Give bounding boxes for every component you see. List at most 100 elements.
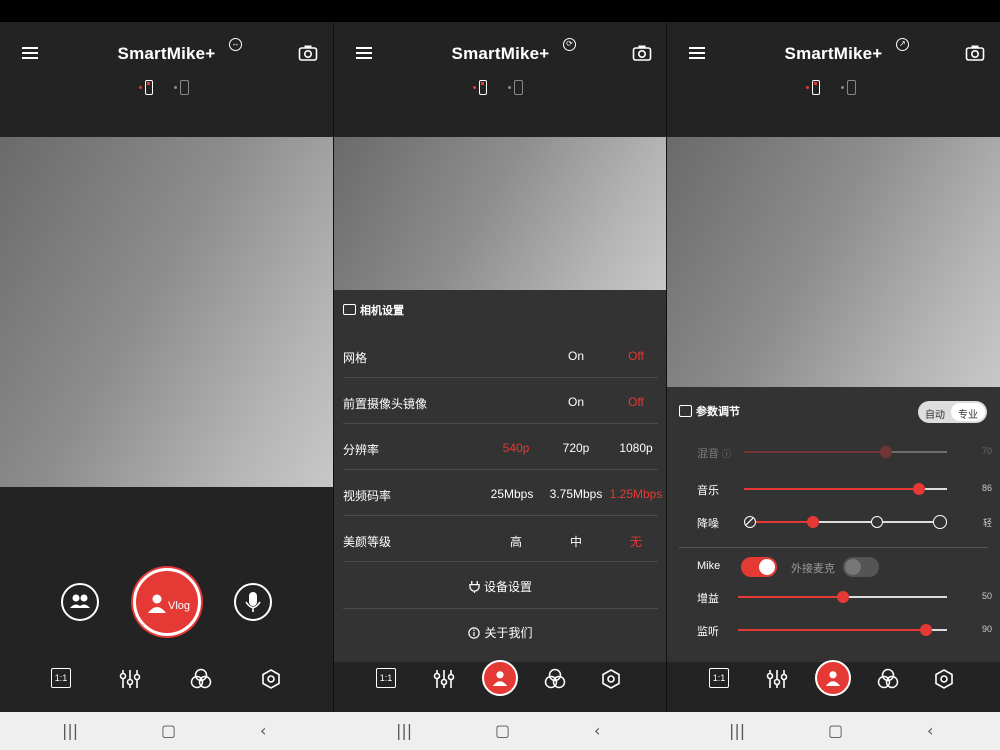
gain-value: 50 xyxy=(981,591,992,601)
noise-slider[interactable] xyxy=(744,515,947,529)
monitor-value: 90 xyxy=(981,624,992,634)
record-vlog-button[interactable]: Vlog xyxy=(133,568,201,636)
mike-toggle-knob xyxy=(759,559,775,575)
mic-transmitter-icon[interactable] xyxy=(479,80,487,95)
option-on[interactable]: On xyxy=(546,349,606,363)
home-icon[interactable]: ▢ xyxy=(161,722,176,740)
aspect-ratio-icon[interactable]: 1:1 xyxy=(709,668,729,688)
recents-icon[interactable]: ||| xyxy=(62,722,78,740)
user-icon xyxy=(492,671,508,686)
music-slider[interactable] xyxy=(744,483,947,495)
camera-preview[interactable] xyxy=(667,137,1000,387)
user-icon xyxy=(148,594,166,613)
gain-slider-thumb[interactable] xyxy=(836,591,849,603)
mode-switch[interactable]: 自动 专业 xyxy=(918,401,987,423)
mode-badge-icon[interactable]: ↗ xyxy=(896,38,909,51)
option-1080p[interactable]: 1080p xyxy=(606,441,666,455)
camera-switch-icon[interactable] xyxy=(298,44,318,62)
monitor-slider[interactable] xyxy=(738,624,947,636)
back-icon[interactable]: ‹ xyxy=(927,722,933,740)
filters-icon[interactable] xyxy=(190,668,212,690)
camera-switch-icon[interactable] xyxy=(632,44,652,62)
microphone-button[interactable] xyxy=(234,583,272,621)
phone-receiver-icon[interactable] xyxy=(180,80,189,95)
option-25mbps[interactable]: 25Mbps xyxy=(479,487,545,501)
mike-toggle[interactable] xyxy=(741,557,777,577)
music-slider-thumb[interactable] xyxy=(912,483,925,495)
noise-off-node[interactable] xyxy=(744,516,756,528)
monitor-slider-thumb[interactable] xyxy=(920,624,933,636)
mode-badge-icon[interactable]: ↔ xyxy=(229,38,242,51)
camera-preview[interactable] xyxy=(334,137,667,290)
sliders-icon[interactable] xyxy=(766,668,788,690)
mix-slider-fill xyxy=(744,451,887,453)
settings-hexagon-icon[interactable] xyxy=(600,668,622,690)
option-none[interactable]: 无 xyxy=(606,533,666,550)
phone-status-dot xyxy=(841,86,844,89)
mode-badge-icon[interactable]: ⟳ xyxy=(563,38,576,51)
bottom-toolbar: 1:1 xyxy=(334,660,667,698)
mix-slider[interactable] xyxy=(744,446,947,458)
about-us-link[interactable]: 关于我们 xyxy=(334,624,667,641)
aspect-ratio-icon[interactable]: 1:1 xyxy=(51,668,71,688)
recents-icon[interactable]: ||| xyxy=(729,722,745,740)
sliders-icon[interactable] xyxy=(119,668,141,690)
mix-slider-thumb[interactable] xyxy=(880,446,893,458)
mode-pro[interactable]: 专业 xyxy=(958,406,978,421)
option-medium[interactable]: 中 xyxy=(546,533,606,550)
noise-node[interactable] xyxy=(870,516,883,528)
mode-auto[interactable]: 自动 xyxy=(925,406,945,421)
device-settings-link[interactable]: 设备设置 xyxy=(334,578,667,595)
mic-transmitter-icon[interactable] xyxy=(145,80,153,95)
option-3-75mbps[interactable]: 3.75Mbps xyxy=(545,487,607,501)
phone-receiver-icon[interactable] xyxy=(514,80,523,95)
settings-hexagon-icon[interactable] xyxy=(933,668,955,690)
filters-icon[interactable] xyxy=(544,668,566,690)
option-off[interactable]: Off xyxy=(606,349,666,363)
row-label: 视频码率 xyxy=(343,489,392,503)
sliders-icon[interactable] xyxy=(433,668,455,690)
camera-icon xyxy=(343,304,356,315)
disabled-icon xyxy=(745,517,754,526)
noise-slider-fill xyxy=(750,521,813,523)
slider-row-mix: 混音 ⓘ 70 xyxy=(697,442,992,462)
aspect-ratio-icon[interactable]: 1:1 xyxy=(376,668,396,688)
back-icon[interactable]: ‹ xyxy=(260,722,266,740)
camera-switch-icon[interactable] xyxy=(965,44,985,62)
noise-slider-thumb[interactable] xyxy=(806,516,819,528)
external-mic-toggle[interactable] xyxy=(843,557,879,577)
filters-icon[interactable] xyxy=(877,668,899,690)
music-label: 音乐 xyxy=(697,485,719,497)
option-high[interactable]: 高 xyxy=(486,533,546,550)
noise-node[interactable] xyxy=(933,515,947,529)
record-button[interactable] xyxy=(482,660,518,696)
camera-preview[interactable] xyxy=(0,137,333,487)
music-value: 86 xyxy=(981,483,992,493)
user-icon xyxy=(825,671,841,686)
mic-status-dot xyxy=(806,86,809,89)
back-icon[interactable]: ‹ xyxy=(594,722,600,740)
divider xyxy=(343,608,658,609)
record-button[interactable] xyxy=(815,660,851,696)
option-on[interactable]: On xyxy=(546,395,606,409)
slider-row-gain: 增益 50 xyxy=(697,587,992,607)
option-720p[interactable]: 720p xyxy=(546,441,606,455)
vlog-label: Vlog xyxy=(168,600,191,612)
home-icon[interactable]: ▢ xyxy=(495,722,510,740)
recents-icon[interactable]: ||| xyxy=(396,722,412,740)
option-540p[interactable]: 540p xyxy=(486,441,546,455)
phone-receiver-icon[interactable] xyxy=(847,80,856,95)
people-button[interactable] xyxy=(61,583,99,621)
phone-status-dot xyxy=(174,86,177,89)
option-1-25mbps[interactable]: 1.25Mbps xyxy=(607,487,665,501)
gain-slider[interactable] xyxy=(738,591,947,603)
home-icon[interactable]: ▢ xyxy=(828,722,843,740)
option-off[interactable]: Off xyxy=(606,395,666,409)
app-title: SmartMike+ xyxy=(784,44,883,63)
monitor-slider-fill xyxy=(738,629,927,631)
bottom-toolbar: 1:1 xyxy=(0,662,333,698)
microphone-icon xyxy=(245,592,261,612)
external-mic-toggle-knob xyxy=(845,559,861,575)
settings-hexagon-icon[interactable] xyxy=(260,668,282,690)
mic-transmitter-icon[interactable] xyxy=(812,80,820,95)
